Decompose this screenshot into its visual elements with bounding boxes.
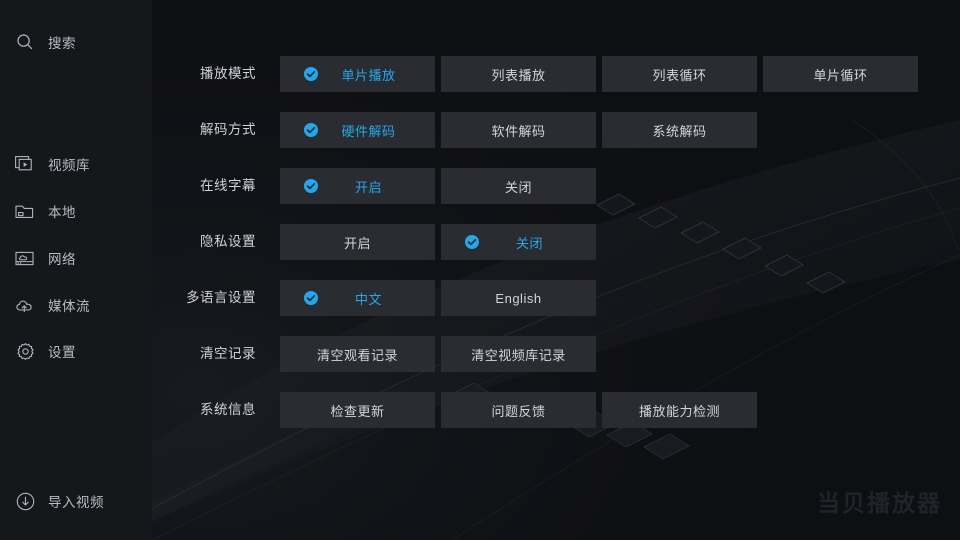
option-label: 播放能力检测 [638,403,720,419]
option-label: 问题反馈 [491,403,546,419]
sidebar-item-label-settings: 设置 [48,345,76,360]
option-check-update[interactable]: 检查更新 [280,392,435,428]
check-icon [465,235,479,249]
option-playback-capability-test[interactable]: 播放能力检测 [602,392,757,428]
option-privacy-settings-0[interactable]: 开启 [280,224,435,260]
option-language-settings-0[interactable]: 中文 [280,280,435,316]
settings-row-system-info: 系统信息 检查更新 问题反馈 播放能力检测 [152,392,960,428]
options-play-mode: 单片播放 列表播放 列表循环 单片循环 [280,56,918,92]
option-label: 关闭 [504,179,532,195]
option-label: 开启 [354,179,382,195]
options-clear-records: 清空观看记录 清空视频库记录 [280,336,596,372]
options-decode-mode: 硬件解码 软件解码 系统解码 [280,112,757,148]
option-decode-mode-0[interactable]: 硬件解码 [280,112,435,148]
option-language-settings-1[interactable]: English [441,280,596,316]
settings-main-panel: 播放模式 单片播放 列表播放 列表循环 单片循环 解码方式 硬件解码 软件解码 … [152,0,960,540]
sidebar-item-label-local: 本地 [48,205,76,220]
option-label: 开启 [343,235,371,251]
option-play-mode-1[interactable]: 列表播放 [441,56,596,92]
option-online-subtitle-1[interactable]: 关闭 [441,168,596,204]
option-label: 清空视频库记录 [471,347,566,363]
option-online-subtitle-0[interactable]: 开启 [280,168,435,204]
import-video-icon [14,490,36,512]
options-language-settings: 中文 English [280,280,596,316]
dangbei-player-settings-window: 搜索 视频库 本地 网络 媒体流 设置 导入视频 播放模式 单片播放 列表播放 … [0,0,960,540]
sidebar-item-local[interactable]: 本地 [0,194,152,228]
search-icon [14,31,36,53]
settings-row-decode-mode: 解码方式 硬件解码 软件解码 系统解码 [152,112,960,148]
settings-row-privacy-settings: 隐私设置 开启 关闭 [152,224,960,260]
option-privacy-settings-1[interactable]: 关闭 [441,224,596,260]
row-label-online-subtitle: 在线字幕 [200,178,256,193]
option-label: 关闭 [515,235,543,251]
row-label-play-mode: 播放模式 [200,66,256,81]
option-play-mode-3[interactable]: 单片循环 [763,56,918,92]
row-label-language-settings: 多语言设置 [186,290,256,305]
option-feedback[interactable]: 问题反馈 [441,392,596,428]
option-label: English [495,290,542,306]
check-icon [304,123,318,137]
cloud-stream-icon [14,294,36,316]
row-label-system-info: 系统信息 [200,402,256,417]
option-decode-mode-2[interactable]: 系统解码 [602,112,757,148]
sidebar-item-import-video[interactable]: 导入视频 [0,484,152,518]
option-label: 系统解码 [652,123,707,139]
option-label: 清空观看记录 [316,347,398,363]
app-watermark: 当贝播放器 [817,490,942,516]
row-label-privacy-settings: 隐私设置 [200,234,256,249]
sidebar-item-label-media-stream: 媒体流 [48,299,90,314]
sidebar-item-label-network: 网络 [48,252,76,267]
sidebar-item-label-import-video: 导入视频 [48,495,104,510]
option-label: 单片循环 [813,67,868,83]
option-play-mode-0[interactable]: 单片播放 [280,56,435,92]
sidebar: 搜索 视频库 本地 网络 媒体流 设置 导入视频 [0,0,152,540]
video-library-icon [14,153,36,175]
settings-row-language-settings: 多语言设置 中文 English [152,280,960,316]
check-icon [304,67,318,81]
option-play-mode-2[interactable]: 列表循环 [602,56,757,92]
gear-icon [14,340,36,362]
option-label: 软件解码 [491,123,546,139]
folder-icon [14,200,36,222]
row-label-clear-records: 清空记录 [200,346,256,361]
settings-row-play-mode: 播放模式 单片播放 列表播放 列表循环 单片循环 [152,56,960,92]
option-label: 列表播放 [491,67,546,83]
sidebar-item-video-library[interactable]: 视频库 [0,147,152,181]
sidebar-item-network[interactable]: 网络 [0,241,152,275]
option-clear-library-records[interactable]: 清空视频库记录 [441,336,596,372]
row-label-decode-mode: 解码方式 [200,122,256,137]
check-icon [304,179,318,193]
network-icon [14,247,36,269]
option-label: 中文 [354,291,382,307]
sidebar-item-label-video-library: 视频库 [48,158,90,173]
options-privacy-settings: 开启 关闭 [280,224,596,260]
settings-rows: 播放模式 单片播放 列表播放 列表循环 单片循环 解码方式 硬件解码 软件解码 … [152,0,960,540]
sidebar-item-media-stream[interactable]: 媒体流 [0,288,152,322]
sidebar-item-search[interactable]: 搜索 [0,25,152,59]
option-label: 检查更新 [330,403,385,419]
options-online-subtitle: 开启 关闭 [280,168,596,204]
sidebar-item-settings[interactable]: 设置 [0,334,152,368]
option-label: 列表循环 [652,67,707,83]
settings-row-clear-records: 清空记录 清空观看记录 清空视频库记录 [152,336,960,372]
options-system-info: 检查更新 问题反馈 播放能力检测 [280,392,757,428]
option-decode-mode-1[interactable]: 软件解码 [441,112,596,148]
check-icon [304,291,318,305]
option-clear-watch-history[interactable]: 清空观看记录 [280,336,435,372]
sidebar-item-label-search: 搜索 [48,36,76,51]
option-label: 硬件解码 [341,123,396,139]
settings-row-online-subtitle: 在线字幕 开启 关闭 [152,168,960,204]
option-label: 单片播放 [341,67,396,83]
